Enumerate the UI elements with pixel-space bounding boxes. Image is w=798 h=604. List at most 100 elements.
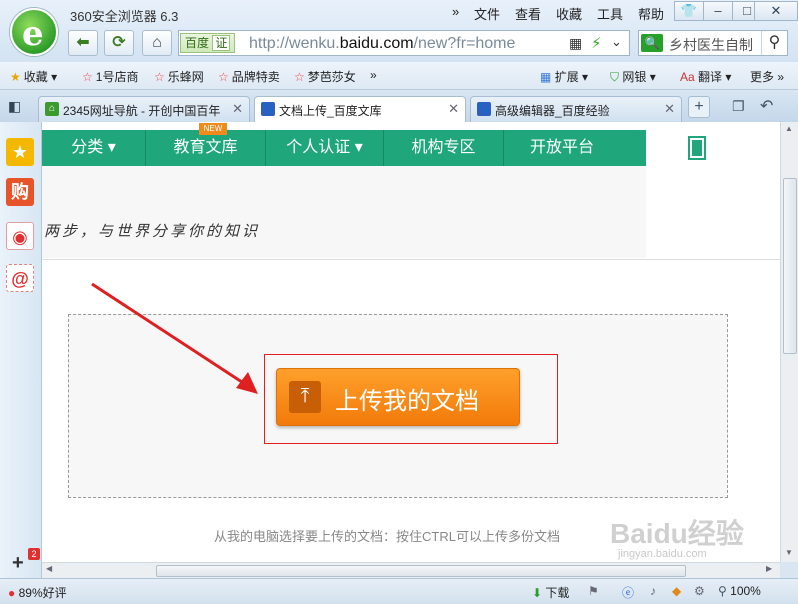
url-text[interactable]: http://wenku.baidu.com/new?fr=home <box>249 35 515 53</box>
favorites-star-icon[interactable]: ★ <box>6 138 34 166</box>
translate-button[interactable]: Aa 翻译 ▾ <box>680 68 731 85</box>
address-bar[interactable]: 百度 证 http://wenku.baidu.com/new?fr=home … <box>178 30 630 56</box>
horizontal-scrollbar[interactable]: ◀ ▶ <box>42 562 780 578</box>
speed-mode-icon[interactable]: ⚡ <box>591 34 602 52</box>
window-title: 360安全浏览器 6.3 <box>70 9 179 24</box>
close-tab-icon[interactable]: ✕ <box>664 101 675 117</box>
zoom-control[interactable]: ⚲ 100% <box>718 584 761 598</box>
vertical-scrollbar[interactable]: ▲ ▼ <box>780 122 798 562</box>
tab-jingyan-editor[interactable]: 🐾 高级编辑器_百度经验 ✕ <box>470 96 682 122</box>
menu-help[interactable]: 帮助 <box>638 4 664 23</box>
ebank-button[interactable]: ⛉ 网银 ▾ <box>610 68 656 85</box>
download-label: 下载 <box>545 586 570 600</box>
minimize-button[interactable]: – <box>703 1 733 21</box>
vertical-scroll-thumb[interactable] <box>783 178 797 354</box>
home-button[interactable]: ⌂ <box>142 30 172 56</box>
url-suffix: /new?fr=home <box>413 35 516 52</box>
nav-label: 机构专区 <box>411 139 476 156</box>
tab-wenku-upload[interactable]: 🐾 文档上传_百度文库 ✕ <box>254 96 466 122</box>
zoom-icon: ⚲ <box>718 584 727 598</box>
upload-hint: 从我的电脑选择要上传的文档：按住CTRL可以上传多份文档 <box>214 529 560 544</box>
shopping-icon[interactable]: 购 <box>6 178 34 206</box>
star-icon: ☆ <box>218 70 229 84</box>
scroll-up-icon[interactable]: ▲ <box>785 124 793 133</box>
nav-education[interactable]: 教育文库 <box>146 130 266 166</box>
menu-view[interactable]: 查看 <box>515 4 541 23</box>
upload-document-button[interactable]: ⤒ 上传我的文档 <box>276 368 520 426</box>
verify-tag: 证 <box>212 35 231 51</box>
zoom-label: 100% <box>730 584 761 598</box>
security-icon[interactable]: ◆ <box>672 584 681 598</box>
scroll-left-icon[interactable]: ◀ <box>46 564 52 573</box>
close-tab-icon[interactable]: ✕ <box>448 101 459 117</box>
slogan-banner <box>42 166 646 258</box>
download-button[interactable]: ⬇ 下载 <box>532 584 569 601</box>
fav-label: 品牌特卖 <box>231 70 280 84</box>
search-icon[interactable]: ⚲ <box>761 31 787 55</box>
tab-2345[interactable]: ⌂ 2345网址导航 - 开创中国百年 ✕ <box>38 96 250 122</box>
search-input[interactable]: 乡村医生自制 <box>669 35 753 55</box>
fav-item-brand[interactable]: ☆ 品牌特卖 <box>218 68 280 85</box>
divider <box>42 259 780 260</box>
horizontal-scroll-thumb[interactable] <box>156 565 686 577</box>
back-button[interactable]: ⬅ <box>68 30 98 56</box>
nav-category[interactable]: 分类 ▾ <box>42 130 146 166</box>
mail-icon[interactable]: @ <box>6 264 34 292</box>
refresh-button[interactable]: ⟳ <box>104 30 134 56</box>
extensions-button[interactable]: ▦ 扩展 ▾ <box>540 68 588 85</box>
scroll-down-icon[interactable]: ▼ <box>785 548 793 557</box>
ebank-label: 网银 <box>622 70 647 84</box>
menu-favorites[interactable]: 收藏 <box>556 4 582 23</box>
tab-label: 文档上传_百度文库 <box>279 104 382 118</box>
more-button[interactable]: 更多 » <box>750 68 784 85</box>
url-prefix: http://wenku. <box>249 35 340 52</box>
fav-item-yhd[interactable]: ☆ 1号店商 <box>82 68 138 85</box>
translate-icon: Aa <box>680 70 695 84</box>
slogan-text: 两步，与世界分享你的知识 <box>44 222 261 240</box>
search-engine-icon[interactable]: 🔍 <box>641 34 663 52</box>
sidebar-toggle-icon[interactable]: ◧ <box>8 98 21 115</box>
speed-icon[interactable]: ⚑ <box>588 584 599 598</box>
menu-file[interactable]: 文件 <box>474 4 500 23</box>
favorites-menu[interactable]: ★ 收藏 ▾ <box>10 68 57 85</box>
ie-mode-icon[interactable]: ⓔ <box>622 584 634 601</box>
baidu-jingyan-watermark: Baidu经验 <box>610 518 744 549</box>
menu-chevron[interactable]: » <box>452 4 459 19</box>
menu-tools[interactable]: 工具 <box>597 4 623 23</box>
undo-close-icon[interactable]: ↶ <box>760 96 773 116</box>
fav-item-mbs[interactable]: ☆ 梦芭莎女 <box>294 68 356 85</box>
favorites-bar: ★ 收藏 ▾ ☆ 1号店商 ☆ 乐蜂网 ☆ 品牌特卖 ☆ 梦芭莎女 » ▦ 扩展 ▾ ⛉ … <box>0 62 798 90</box>
new-tab-button[interactable]: + <box>688 96 710 118</box>
restore-tabs-icon[interactable]: ❐ <box>732 98 745 115</box>
red-arrow-annotation <box>91 282 258 394</box>
close-tab-icon[interactable]: ✕ <box>232 101 243 117</box>
sound-icon[interactable]: ♪ <box>650 584 656 598</box>
weibo-icon[interactable]: ◉ <box>6 222 34 250</box>
nav-open-platform[interactable]: 开放平台 <box>504 130 620 166</box>
notification-badge: 2 <box>28 548 40 560</box>
nav-institution[interactable]: 机构专区 <box>384 130 504 166</box>
qr-code-icon[interactable]: ▦ <box>569 35 582 52</box>
search-box[interactable]: 🔍 乡村医生自制 ⚲ <box>638 30 788 56</box>
new-badge: NEW <box>199 123 227 135</box>
add-sidebar-app-icon[interactable]: + <box>12 552 24 575</box>
wenku-nav-bar: 分类 ▾ 教育文库 个人认证 ▾ 机构专区 开放平台 <box>42 130 646 166</box>
settings-icon[interactable]: ⚙ <box>694 584 705 598</box>
star-icon: ☆ <box>154 70 165 84</box>
close-button[interactable]: ✕ <box>754 1 798 21</box>
rating-label: 89%好评 <box>18 586 67 600</box>
fav-label: 梦芭莎女 <box>307 70 356 84</box>
fav-label: 乐蜂网 <box>167 70 204 84</box>
rating-button[interactable]: ● 89%好评 <box>8 584 67 601</box>
status-bar: ● 89%好评 ⬇ 下载 ⚑ ⓔ ♪ ◆ ⚙ ⚲ 100% <box>0 578 798 604</box>
scroll-right-icon[interactable]: ▶ <box>766 564 772 573</box>
skin-button[interactable]: 👕 <box>674 1 704 21</box>
nav-personal-auth[interactable]: 个人认证 ▾ <box>266 130 384 166</box>
watermark-url: jingyan.baidu.com <box>618 548 707 560</box>
fav-label: 1号店商 <box>95 70 139 84</box>
mobile-icon[interactable] <box>688 136 706 160</box>
fav-item-lefeng[interactable]: ☆ 乐蜂网 <box>154 68 204 85</box>
address-dropdown-icon[interactable]: ⌄ <box>611 34 622 50</box>
site-verify-badge[interactable]: 百度 证 <box>180 33 236 53</box>
fav-more-chevron[interactable]: » <box>370 68 377 82</box>
